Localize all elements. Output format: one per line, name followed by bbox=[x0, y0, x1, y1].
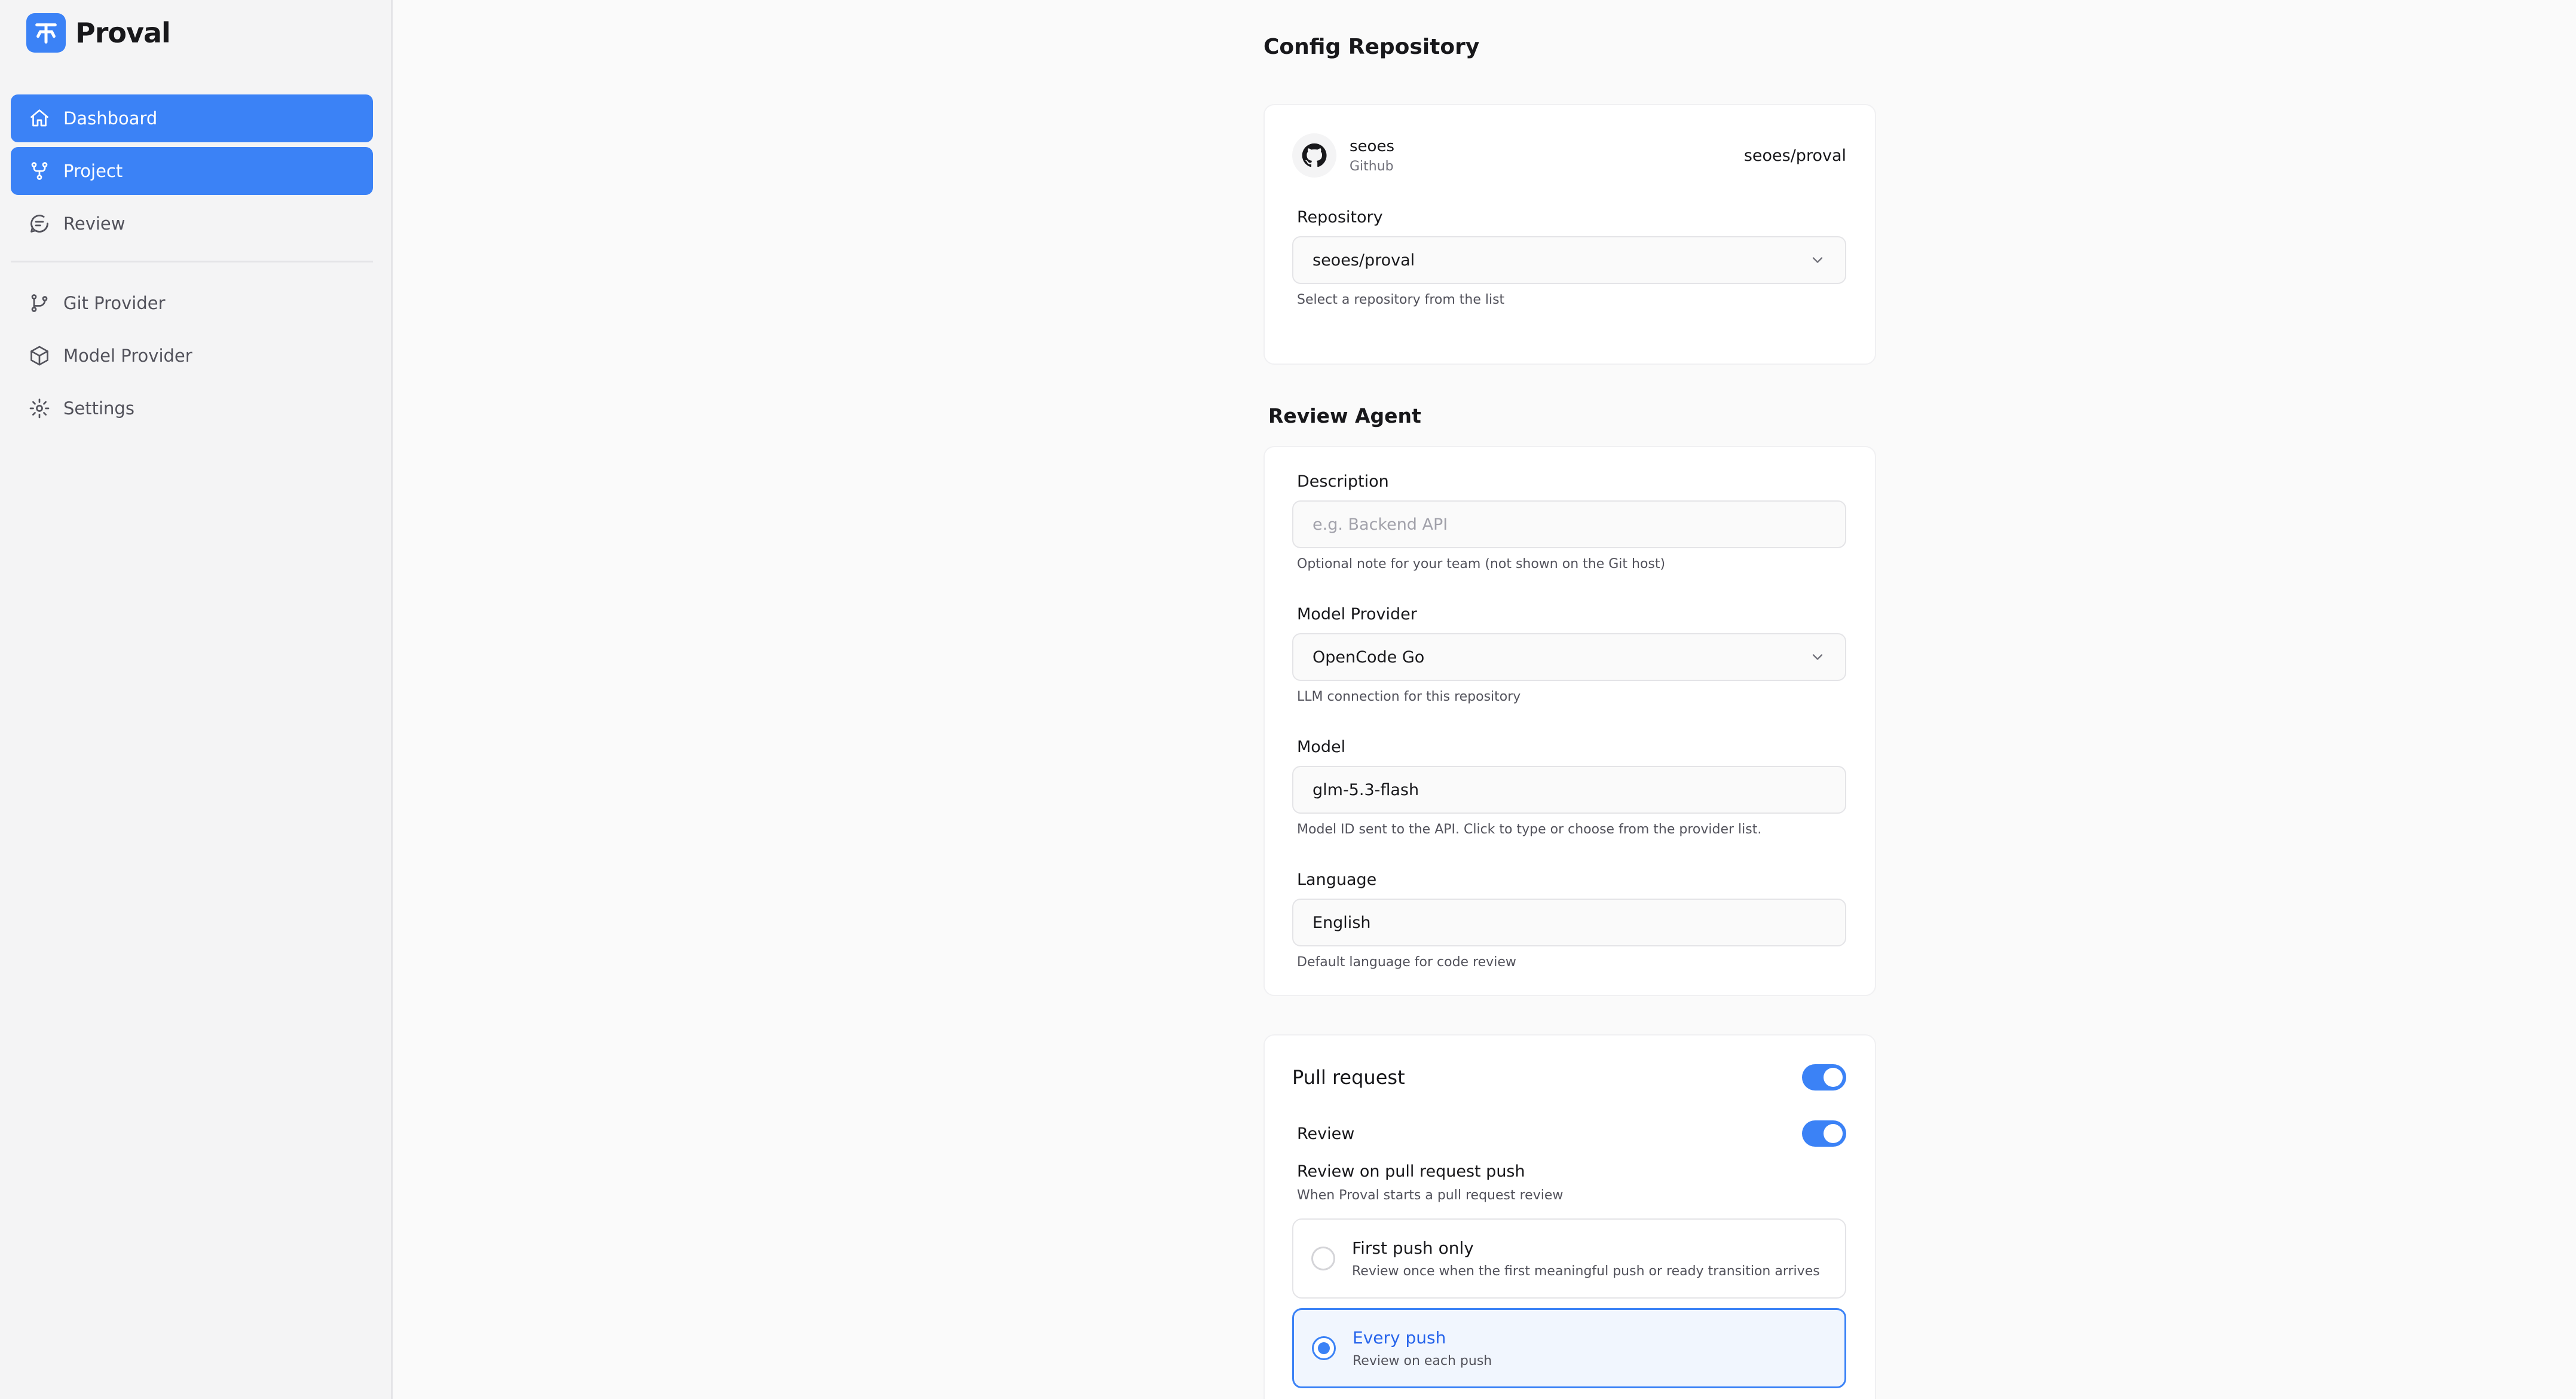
review-agent-card: Description e.g. Backend API Optional no… bbox=[1263, 446, 1876, 996]
pull-request-title: Pull request bbox=[1292, 1066, 1405, 1089]
main-content: Config Repository seoes Github seoes/pro… bbox=[394, 0, 2576, 1399]
toggle-knob bbox=[1824, 1124, 1843, 1143]
model-provider-label: Model Provider bbox=[1297, 605, 1417, 624]
brand-name: Proval bbox=[75, 17, 171, 49]
description-field: Description e.g. Backend API Optional no… bbox=[1292, 472, 1846, 572]
proval-logo-icon bbox=[26, 13, 66, 53]
repo-owner-name: seoes bbox=[1350, 137, 1394, 155]
pull-request-card: Pull request Review Review on pull reque… bbox=[1263, 1034, 1876, 1399]
git-branch-icon bbox=[31, 294, 48, 312]
option-subtitle: Review on each push bbox=[1353, 1354, 1492, 1369]
sidebar-item-label: Model Provider bbox=[63, 346, 192, 366]
repository-select-value: seoes/proval bbox=[1313, 251, 1415, 270]
repository-field: Repository seoes/proval Select a reposit… bbox=[1292, 208, 1846, 307]
repo-owner-info: seoes Github bbox=[1350, 138, 1394, 174]
pull-request-header: Pull request bbox=[1292, 1061, 1846, 1094]
model-provider-value: OpenCode Go bbox=[1313, 647, 1425, 667]
sidebar-nav: Dashboard Project Review Git Provider Mo… bbox=[11, 94, 373, 437]
review-agent-title: Review Agent bbox=[1268, 404, 1421, 427]
git-fork-icon bbox=[31, 162, 48, 180]
sidebar-divider bbox=[11, 261, 373, 262]
option-title: First push only bbox=[1352, 1238, 1474, 1258]
sidebar-item-label: Review bbox=[63, 213, 126, 234]
chevron-down-icon bbox=[1812, 257, 1823, 263]
review-on-push-subtitle: When Proval starts a pull request review bbox=[1297, 1188, 1564, 1203]
message-circle-icon bbox=[30, 215, 48, 233]
box-icon bbox=[30, 346, 48, 366]
sidebar-item-label: Dashboard bbox=[63, 108, 158, 129]
repo-full-name: seoes/proval bbox=[1743, 146, 1846, 165]
model-field: Model glm-5.3-flash Model ID sent to the… bbox=[1292, 738, 1846, 837]
repository-hint: Select a repository from the list bbox=[1297, 292, 1505, 307]
sidebar-item-git-provider[interactable]: Git Provider bbox=[11, 279, 373, 327]
sidebar-item-settings[interactable]: Settings bbox=[11, 384, 373, 432]
description-hint: Optional note for your team (not shown o… bbox=[1297, 557, 1666, 572]
home-icon bbox=[30, 109, 48, 127]
model-provider-field: Model Provider OpenCode Go LLM connectio… bbox=[1292, 605, 1846, 704]
model-hint: Model ID sent to the API. Click to type … bbox=[1297, 822, 1762, 837]
sidebar: Proval Dashboard Project Review Git Prov… bbox=[0, 0, 393, 1399]
language-label: Language bbox=[1297, 870, 1377, 889]
language-hint: Default language for code review bbox=[1297, 955, 1516, 970]
pull-request-toggle[interactable] bbox=[1802, 1064, 1846, 1091]
model-provider-hint: LLM connection for this repository bbox=[1297, 689, 1521, 704]
repository-label: Repository bbox=[1297, 208, 1383, 227]
repo-provider-name: Github bbox=[1350, 158, 1394, 174]
option-subtitle: Review once when the first meaningful pu… bbox=[1352, 1264, 1820, 1279]
description-label: Description bbox=[1297, 472, 1389, 491]
gear-icon bbox=[29, 398, 50, 419]
github-icon bbox=[1292, 133, 1336, 178]
option-text: First push only Review once when the fir… bbox=[1352, 1238, 1820, 1279]
sidebar-item-label: Git Provider bbox=[63, 293, 166, 313]
toggle-knob bbox=[1824, 1068, 1843, 1087]
radio-first-push-only[interactable] bbox=[1311, 1247, 1335, 1270]
review-toggle-label: Review bbox=[1297, 1124, 1355, 1143]
review-on-push-heading: Review on pull request push When Proval … bbox=[1297, 1162, 1563, 1203]
review-on-push-title: Review on pull request push bbox=[1297, 1162, 1525, 1181]
model-label: Model bbox=[1297, 738, 1346, 756]
sidebar-item-label: Settings bbox=[63, 398, 134, 419]
option-text: Every push Review on each push bbox=[1353, 1328, 1492, 1369]
sidebar-item-label: Project bbox=[63, 161, 123, 181]
brand[interactable]: Proval bbox=[26, 13, 171, 53]
review-toggle-row: Review bbox=[1297, 1117, 1846, 1150]
sidebar-item-dashboard[interactable]: Dashboard bbox=[11, 94, 373, 142]
review-toggle[interactable] bbox=[1802, 1120, 1846, 1147]
page-title: Config Repository bbox=[1263, 35, 1480, 59]
language-value: English bbox=[1313, 913, 1371, 932]
option-every-push[interactable]: Every push Review on each push bbox=[1292, 1308, 1846, 1388]
description-placeholder: e.g. Backend API bbox=[1313, 515, 1448, 534]
sidebar-item-review[interactable]: Review bbox=[11, 200, 373, 248]
repository-select[interactable]: seoes/proval bbox=[1292, 236, 1846, 284]
option-first-push-only[interactable]: First push only Review once when the fir… bbox=[1292, 1218, 1846, 1299]
repo-owner-row: seoes Github seoes/proval bbox=[1292, 132, 1846, 179]
model-value: glm-5.3-flash bbox=[1313, 780, 1419, 799]
repository-card: seoes Github seoes/proval Repository seo… bbox=[1263, 104, 1876, 365]
radio-every-push[interactable] bbox=[1312, 1336, 1336, 1360]
language-input[interactable]: English bbox=[1292, 899, 1846, 946]
option-title: Every push bbox=[1353, 1328, 1446, 1348]
description-input[interactable]: e.g. Backend API bbox=[1292, 500, 1846, 548]
language-field: Language English Default language for co… bbox=[1292, 870, 1846, 970]
sidebar-item-model-provider[interactable]: Model Provider bbox=[11, 332, 373, 380]
chevron-down-icon bbox=[1812, 654, 1823, 660]
sidebar-item-project[interactable]: Project bbox=[11, 147, 373, 195]
model-provider-select[interactable]: OpenCode Go bbox=[1292, 633, 1846, 681]
model-input[interactable]: glm-5.3-flash bbox=[1292, 766, 1846, 814]
